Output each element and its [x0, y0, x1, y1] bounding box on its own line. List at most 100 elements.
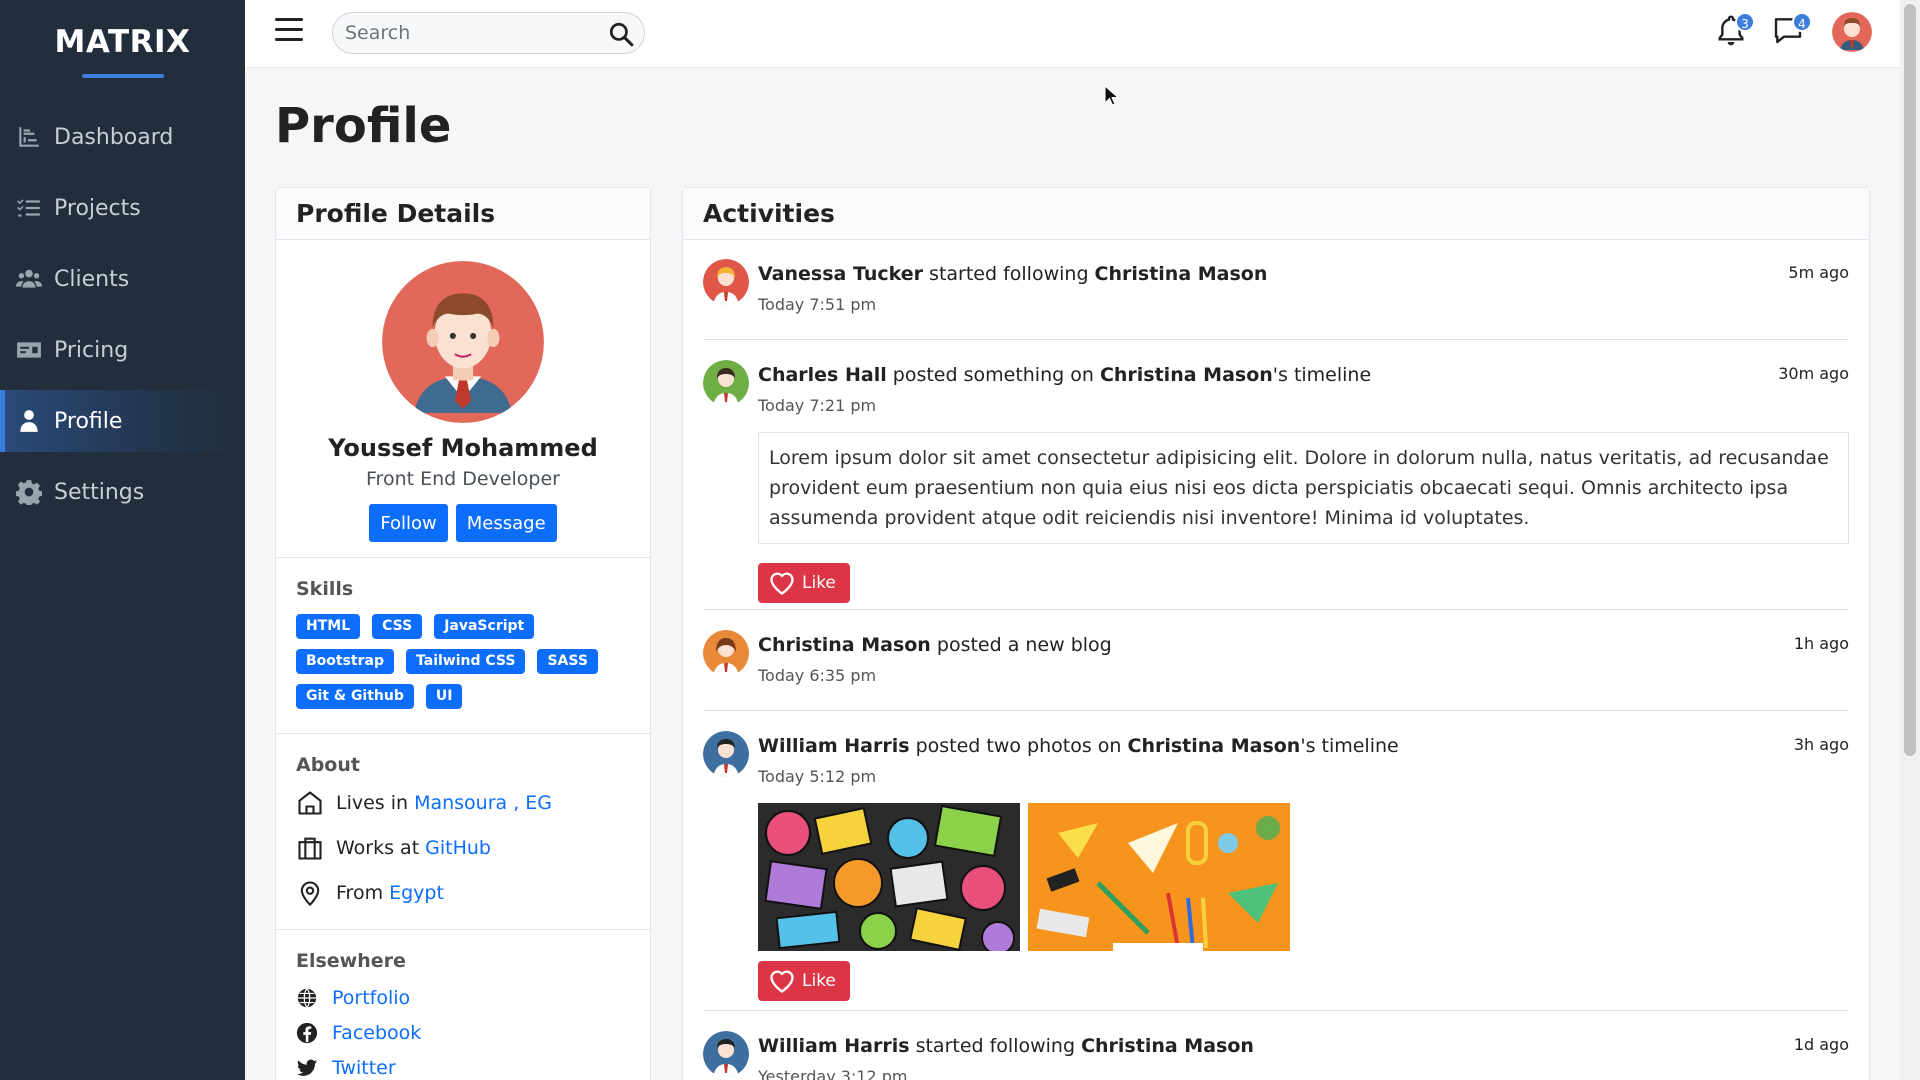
like-button[interactable]: Like [758, 961, 850, 1001]
activity-actor[interactable]: William Harris [758, 1035, 910, 1057]
activity-photo[interactable] [1028, 803, 1290, 951]
sidebar: MATRIX Dashboard Projects Clients Pricin… [0, 0, 245, 1080]
activity-time-ago: 30m ago [1778, 364, 1849, 383]
search-input[interactable] [345, 22, 595, 44]
user-avatar[interactable] [1832, 12, 1872, 52]
skill-badge[interactable]: Git & Github [296, 684, 414, 709]
location-pin-icon [300, 881, 320, 906]
messages-button[interactable]: 4 [1772, 12, 1812, 48]
lives-link[interactable]: Mansoura , EG [414, 792, 552, 814]
activity-item: Charles Hall posted something on Christi… [703, 360, 1849, 603]
activity-avatar[interactable] [703, 731, 749, 777]
like-button[interactable]: Like [758, 563, 850, 603]
sidebar-item-clients[interactable]: Clients [0, 248, 245, 310]
messages-badge: 4 [1792, 12, 1812, 32]
activity-timestamp: Today 5:12 pm [758, 767, 877, 786]
menu-toggle-icon[interactable] [275, 18, 303, 46]
message-button[interactable]: Message [455, 504, 557, 542]
elsewhere-title: Elsewhere [296, 950, 406, 972]
from-prefix: From [336, 881, 384, 904]
activity-target[interactable]: Christina Mason [1128, 735, 1301, 757]
activity-avatar[interactable] [703, 259, 749, 305]
skill-badge[interactable]: Tailwind CSS [406, 649, 526, 674]
skills-section: Skills HTML CSS JavaScript Bootstrap Tai… [276, 558, 650, 734]
activity-timestamp: Today 6:35 pm [758, 666, 877, 685]
about-works: Works at GitHub [296, 825, 630, 870]
scrollbar-thumb[interactable] [1904, 4, 1916, 756]
facebook-link[interactable]: Facebook [332, 1022, 421, 1044]
briefcase-icon [298, 837, 322, 860]
activity-text: William Harris started following Christi… [758, 1035, 1254, 1057]
skill-badge[interactable]: UI [425, 684, 463, 709]
sidebar-item-label: Settings [54, 479, 145, 505]
profile-summary: Youssef Mohammed Front End Developer Fol… [276, 240, 650, 558]
skill-badge[interactable]: CSS [372, 614, 423, 639]
elsewhere-section: Elsewhere Portfolio Facebook Twitter [276, 930, 650, 1080]
list-check-icon [17, 199, 40, 217]
portfolio-row: Portfolio [296, 980, 630, 1015]
twitter-link[interactable]: Twitter [332, 1057, 396, 1079]
home-icon [298, 790, 322, 815]
notifications-badge: 3 [1735, 12, 1755, 32]
activity-photo[interactable] [758, 803, 1020, 951]
activity-target[interactable]: Christina Mason [1095, 263, 1268, 285]
profile-card-header: Profile Details [276, 188, 650, 240]
sidebar-item-projects[interactable]: Projects [0, 177, 245, 239]
globe-icon [297, 987, 317, 1008]
sidebar-item-dashboard[interactable]: Dashboard [0, 106, 245, 168]
sidebar-item-label: Profile [54, 408, 123, 434]
follow-button[interactable]: Follow [369, 504, 448, 542]
activity-divider [703, 609, 1849, 610]
activity-verb: started following [909, 1035, 1082, 1057]
activity-avatar[interactable] [703, 1031, 749, 1077]
activity-divider [703, 710, 1849, 711]
activity-actor[interactable]: Vanessa Tucker [758, 263, 923, 285]
activity-item: William Harris posted two photos on Chri… [703, 731, 1849, 1001]
activity-item: William Harris started following Christi… [703, 1031, 1849, 1080]
activity-avatar[interactable] [703, 360, 749, 406]
page-scrollbar[interactable] [1900, 0, 1920, 1080]
activity-actor[interactable]: Christina Mason [758, 634, 931, 656]
profile-role: Front End Developer [366, 468, 560, 490]
works-prefix: Works at [336, 836, 420, 859]
skill-badge[interactable]: HTML [296, 614, 361, 639]
user-icon [20, 410, 38, 432]
users-icon [16, 269, 42, 288]
activity-target[interactable]: Christina Mason [1100, 364, 1273, 386]
gear-icon [16, 480, 42, 505]
activity-text: William Harris posted two photos on Chri… [758, 735, 1399, 757]
works-link[interactable]: GitHub [425, 837, 491, 859]
search-box [332, 12, 645, 54]
money-check-icon [17, 342, 41, 358]
heart-icon [770, 572, 794, 595]
profile-card: Profile Details Youssef Mohammed Front E… [275, 187, 651, 1080]
activity-text: Charles Hall posted something on Christi… [758, 364, 1371, 386]
like-label: Like [802, 971, 836, 991]
activity-verb: posted something on [886, 364, 1100, 386]
skill-badge[interactable]: Bootstrap [296, 649, 394, 674]
notifications-button[interactable]: 3 [1715, 12, 1755, 48]
activity-actor[interactable]: Charles Hall [758, 364, 887, 386]
activity-text: Christina Mason posted a new blog [758, 634, 1112, 656]
skill-badge[interactable]: JavaScript [434, 614, 535, 639]
sidebar-item-settings[interactable]: Settings [0, 461, 245, 523]
facebook-row: Facebook [296, 1015, 630, 1050]
sidebar-item-pricing[interactable]: Pricing [0, 319, 245, 381]
brand-logo[interactable]: MATRIX [0, 0, 245, 60]
activity-verb: started following [923, 263, 1095, 285]
portfolio-link[interactable]: Portfolio [332, 987, 410, 1009]
sidebar-item-profile[interactable]: Profile [0, 390, 245, 452]
skill-badge[interactable]: SASS [537, 649, 598, 674]
activity-avatar[interactable] [703, 630, 749, 676]
profile-name: Youssef Mohammed [328, 434, 598, 462]
search-icon[interactable] [608, 21, 634, 47]
from-link[interactable]: Egypt [389, 882, 444, 904]
activity-item: Vanessa Tucker started following Christi… [703, 259, 1849, 319]
sidebar-nav: Dashboard Projects Clients Pricing Profi… [0, 106, 245, 523]
activity-target[interactable]: Christina Mason [1081, 1035, 1254, 1057]
activity-actor[interactable]: William Harris [758, 735, 910, 757]
page-title: Profile [275, 98, 452, 154]
sidebar-item-label: Pricing [54, 337, 129, 363]
activity-suffix: 's timeline [1272, 364, 1372, 386]
activity-item: Christina Mason posted a new blog Today … [703, 630, 1849, 690]
